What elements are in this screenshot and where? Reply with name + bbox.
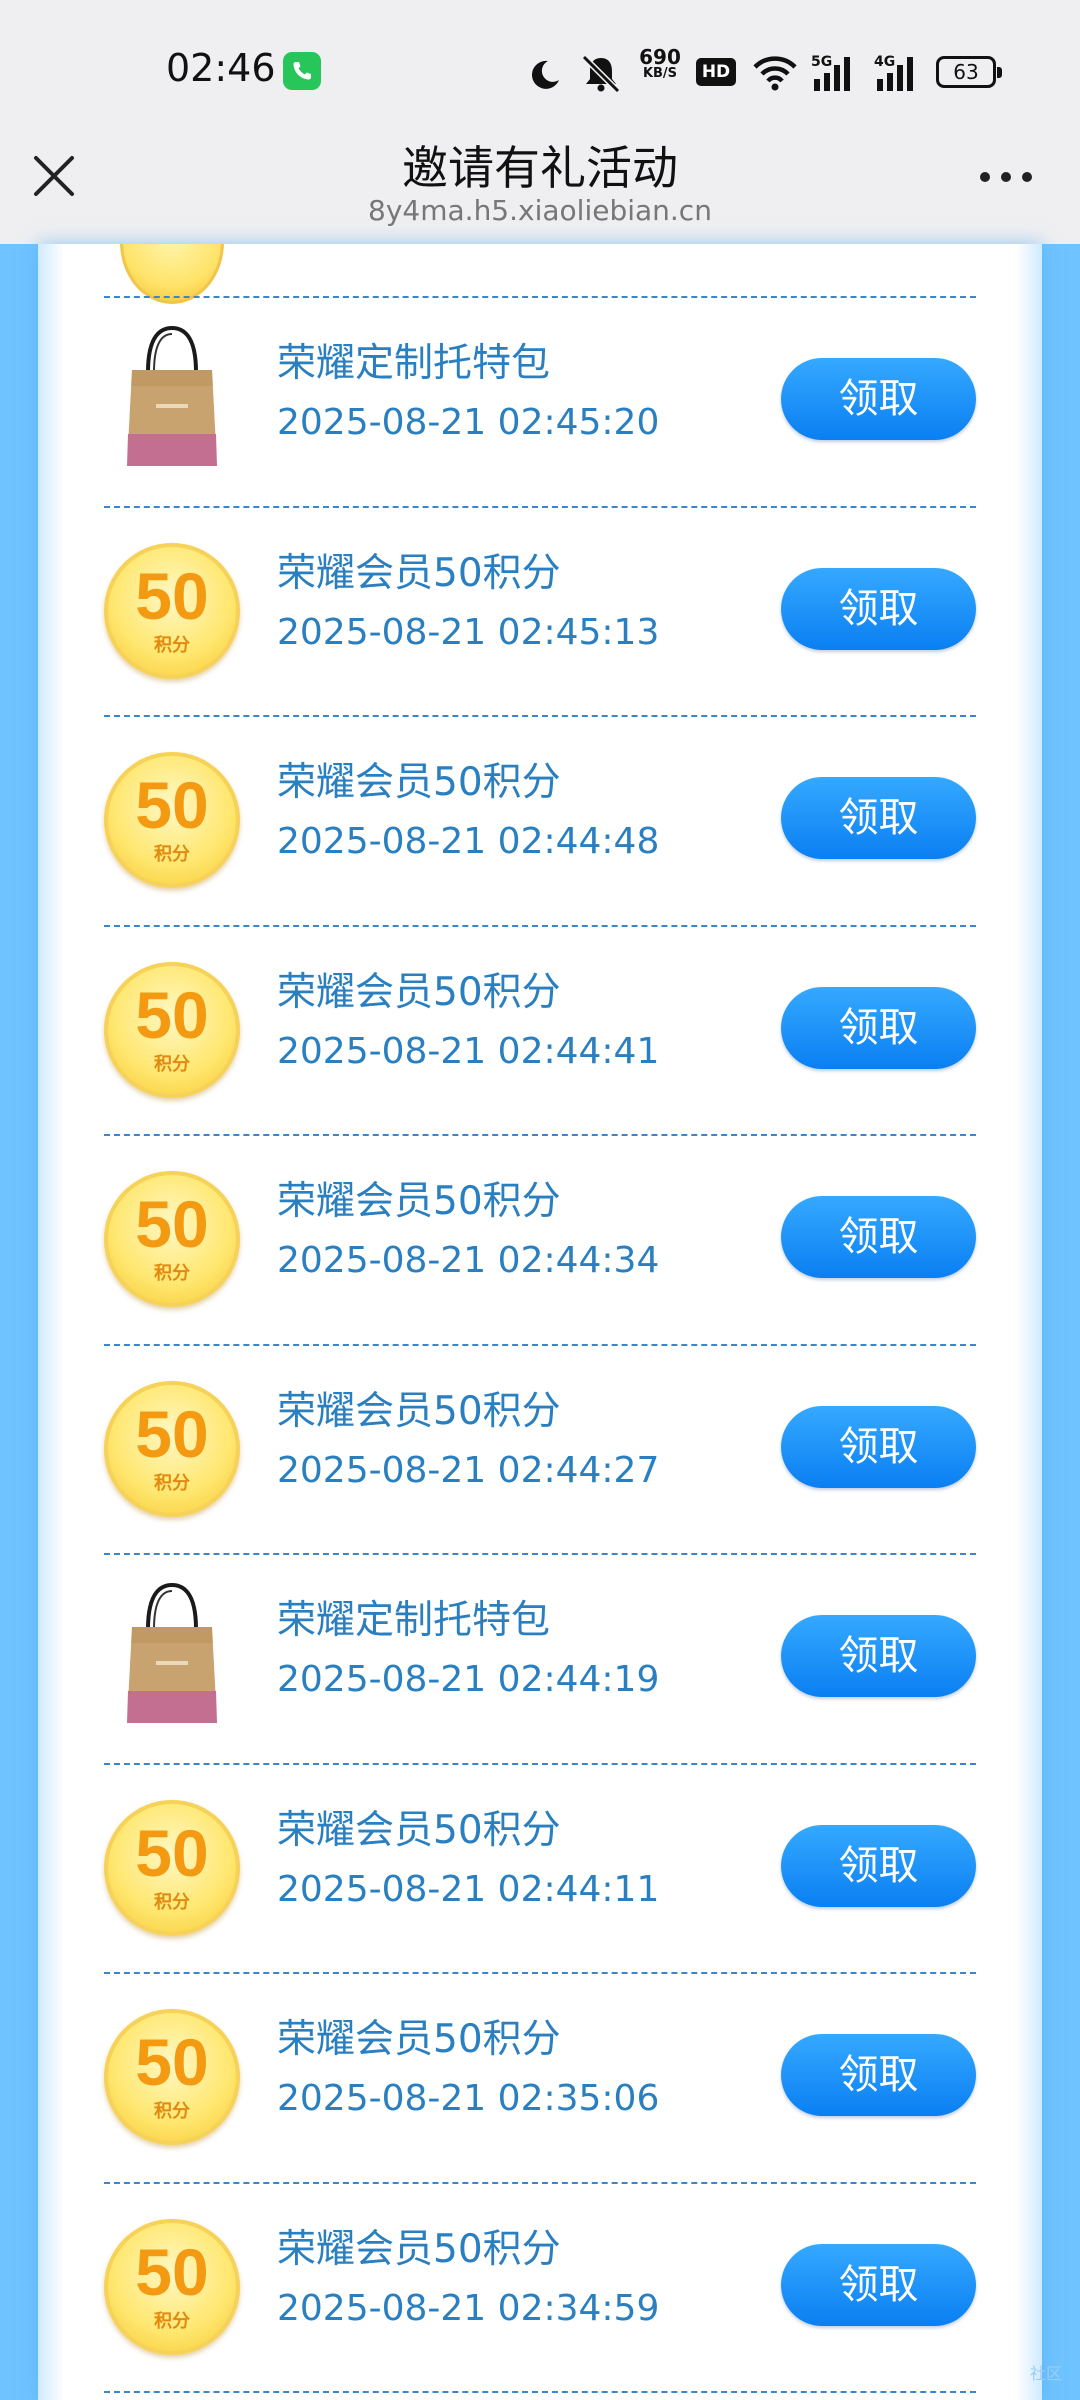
coin-value: 50: [135, 558, 209, 633]
partial-coin-icon: [120, 244, 224, 304]
tote-bag-icon: [127, 1582, 217, 1723]
claim-button[interactable]: 领取: [781, 1405, 976, 1488]
row-divider: [104, 1134, 976, 1136]
reward-time: 2025-08-21 02:44:41: [277, 1030, 660, 1072]
reward-row: 荣耀定制托特包 2025-08-21 02:45:20 领取: [0, 296, 1080, 504]
page-title: 邀请有礼活动: [402, 141, 678, 195]
row-divider: [104, 924, 976, 927]
reward-row: 荣耀定制托特包 2025-08-21 02:44:19 领取: [0, 1553, 1080, 1761]
points-coin-icon: 50 积分: [104, 2218, 240, 2355]
row-divider: [104, 1553, 976, 1555]
claim-button[interactable]: 领取: [781, 567, 976, 650]
coin-label: 积分: [154, 1472, 190, 1494]
coin-label: 积分: [154, 634, 190, 656]
reward-row: 50 积分 荣耀会员50积分 2025-08-21 02:44:48 领取: [0, 715, 1080, 923]
reward-name: 荣耀会员50积分: [277, 2017, 561, 2062]
row-divider: [104, 505, 976, 508]
points-coin-icon: 50 积分: [104, 1799, 240, 1936]
points-coin-icon: 50 积分: [104, 1380, 240, 1517]
net-speed: 690 KB/S: [638, 47, 682, 81]
reward-name: 荣耀会员50积分: [277, 760, 561, 805]
reward-time: 2025-08-21 02:44:19: [277, 1659, 660, 1700]
page-url: 8y4ma.h5.xiaoliebian.cn: [368, 194, 712, 227]
hd-icon: HD: [696, 58, 736, 86]
coin-label: 积分: [154, 1891, 190, 1913]
battery-icon: 63: [936, 56, 1002, 88]
reward-time: 2025-08-21 02:34:59: [277, 2287, 660, 2329]
reward-row: 50 积分 荣耀会员50积分 2025-08-21 02:44:41 领取: [0, 924, 1080, 1133]
coin-value: 50: [135, 2025, 209, 2099]
reward-time: 2025-08-21 02:44:11: [277, 1868, 660, 1910]
reward-time: 2025-08-21 02:35:06: [277, 2078, 660, 2119]
coin-label: 积分: [154, 1053, 190, 1075]
row-divider: [104, 2181, 976, 2184]
reward-time: 2025-08-21 02:44:27: [277, 1449, 660, 1491]
reward-row: 50 积分 荣耀会员50积分 2025-08-21 02:44:11 领取: [0, 1762, 1080, 1971]
reward-name: 荣耀定制托特包: [277, 341, 551, 386]
points-coin-icon: 50 积分: [104, 542, 240, 679]
reward-time: 2025-08-21 02:44:34: [277, 1240, 660, 1281]
coin-value: 50: [135, 1396, 209, 1471]
reward-name: 荣耀会员50积分: [277, 550, 561, 596]
more-options-icon[interactable]: [976, 164, 1036, 188]
claim-button[interactable]: 领取: [781, 1824, 976, 1907]
claim-button[interactable]: 领取: [781, 777, 976, 859]
claim-button[interactable]: 领取: [781, 1615, 976, 1697]
reward-time: 2025-08-21 02:45:20: [277, 402, 660, 443]
reward-name: 荣耀会员50积分: [277, 1388, 561, 1434]
reward-name: 荣耀会员50积分: [277, 1179, 561, 1224]
tote-bag-icon: [127, 325, 217, 466]
coin-label: 积分: [154, 2101, 190, 2122]
coin-label: 积分: [154, 2310, 190, 2332]
coin-value: 50: [135, 2234, 209, 2309]
moon-icon: [531, 60, 559, 89]
reward-name: 荣耀会员50积分: [277, 969, 561, 1015]
reward-row: 50 积分 荣耀会员50积分 2025-08-21 02:34:59 领取: [0, 2181, 1080, 2390]
claim-button[interactable]: 领取: [781, 2034, 976, 2116]
watermark: 社区: [1030, 2364, 1063, 2383]
claim-button[interactable]: 领取: [781, 986, 976, 1069]
reward-time: 2025-08-21 02:44:48: [277, 821, 660, 862]
row-divider: [104, 715, 976, 717]
points-coin-icon: 50 积分: [104, 961, 240, 1098]
coin-value: 50: [135, 768, 209, 842]
reward-row: 50 积分 荣耀会员50积分 2025-08-21 02:45:13 领取: [0, 505, 1080, 714]
coin-label: 积分: [154, 844, 190, 865]
clock: 02:46: [166, 46, 276, 90]
signal-4g-icon: 4G: [874, 54, 913, 91]
call-icon[interactable]: [283, 52, 321, 90]
row-divider: [104, 296, 976, 298]
coin-value: 50: [135, 1815, 209, 1890]
points-coin-icon: 50 积分: [104, 1171, 240, 1307]
points-coin-icon: 50 积分: [104, 752, 240, 888]
mute-bell-icon: [581, 54, 621, 94]
coin-value: 50: [135, 977, 209, 1052]
coin-label: 积分: [154, 1263, 190, 1284]
row-divider: [104, 2391, 976, 2393]
row-divider: [104, 1762, 976, 1765]
reward-row: 50 积分 荣耀会员50积分 2025-08-21 02:35:06 领取: [0, 1972, 1080, 2180]
claim-button[interactable]: 领取: [781, 1196, 976, 1278]
reward-name: 荣耀会员50积分: [277, 2226, 561, 2272]
net-speed-unit: KB/S: [642, 66, 678, 81]
reward-row: 50 积分 荣耀会员50积分 2025-08-21 02:44:34 领取: [0, 1134, 1080, 1342]
svg-text:4G: 4G: [874, 54, 895, 70]
title-bar: 邀请有礼活动 8y4ma.h5.xiaoliebian.cn: [0, 112, 1080, 244]
svg-text:5G: 5G: [811, 54, 832, 70]
reward-name: 荣耀会员50积分: [277, 1807, 561, 1853]
row-divider: [104, 1972, 976, 1974]
claim-button[interactable]: 领取: [781, 2243, 976, 2326]
reward-row: 50 积分 荣耀会员50积分 2025-08-21 02:44:27 领取: [0, 1343, 1080, 1552]
signal-5g-icon: 5G: [811, 54, 850, 91]
reward-name: 荣耀定制托特包: [277, 1598, 551, 1643]
wifi-icon: [753, 56, 797, 91]
reward-time: 2025-08-21 02:45:13: [277, 611, 660, 653]
row-divider: [104, 1343, 976, 1346]
coin-value: 50: [135, 1187, 209, 1261]
claim-button[interactable]: 领取: [781, 358, 976, 440]
points-coin-icon: 50 积分: [104, 2009, 240, 2145]
